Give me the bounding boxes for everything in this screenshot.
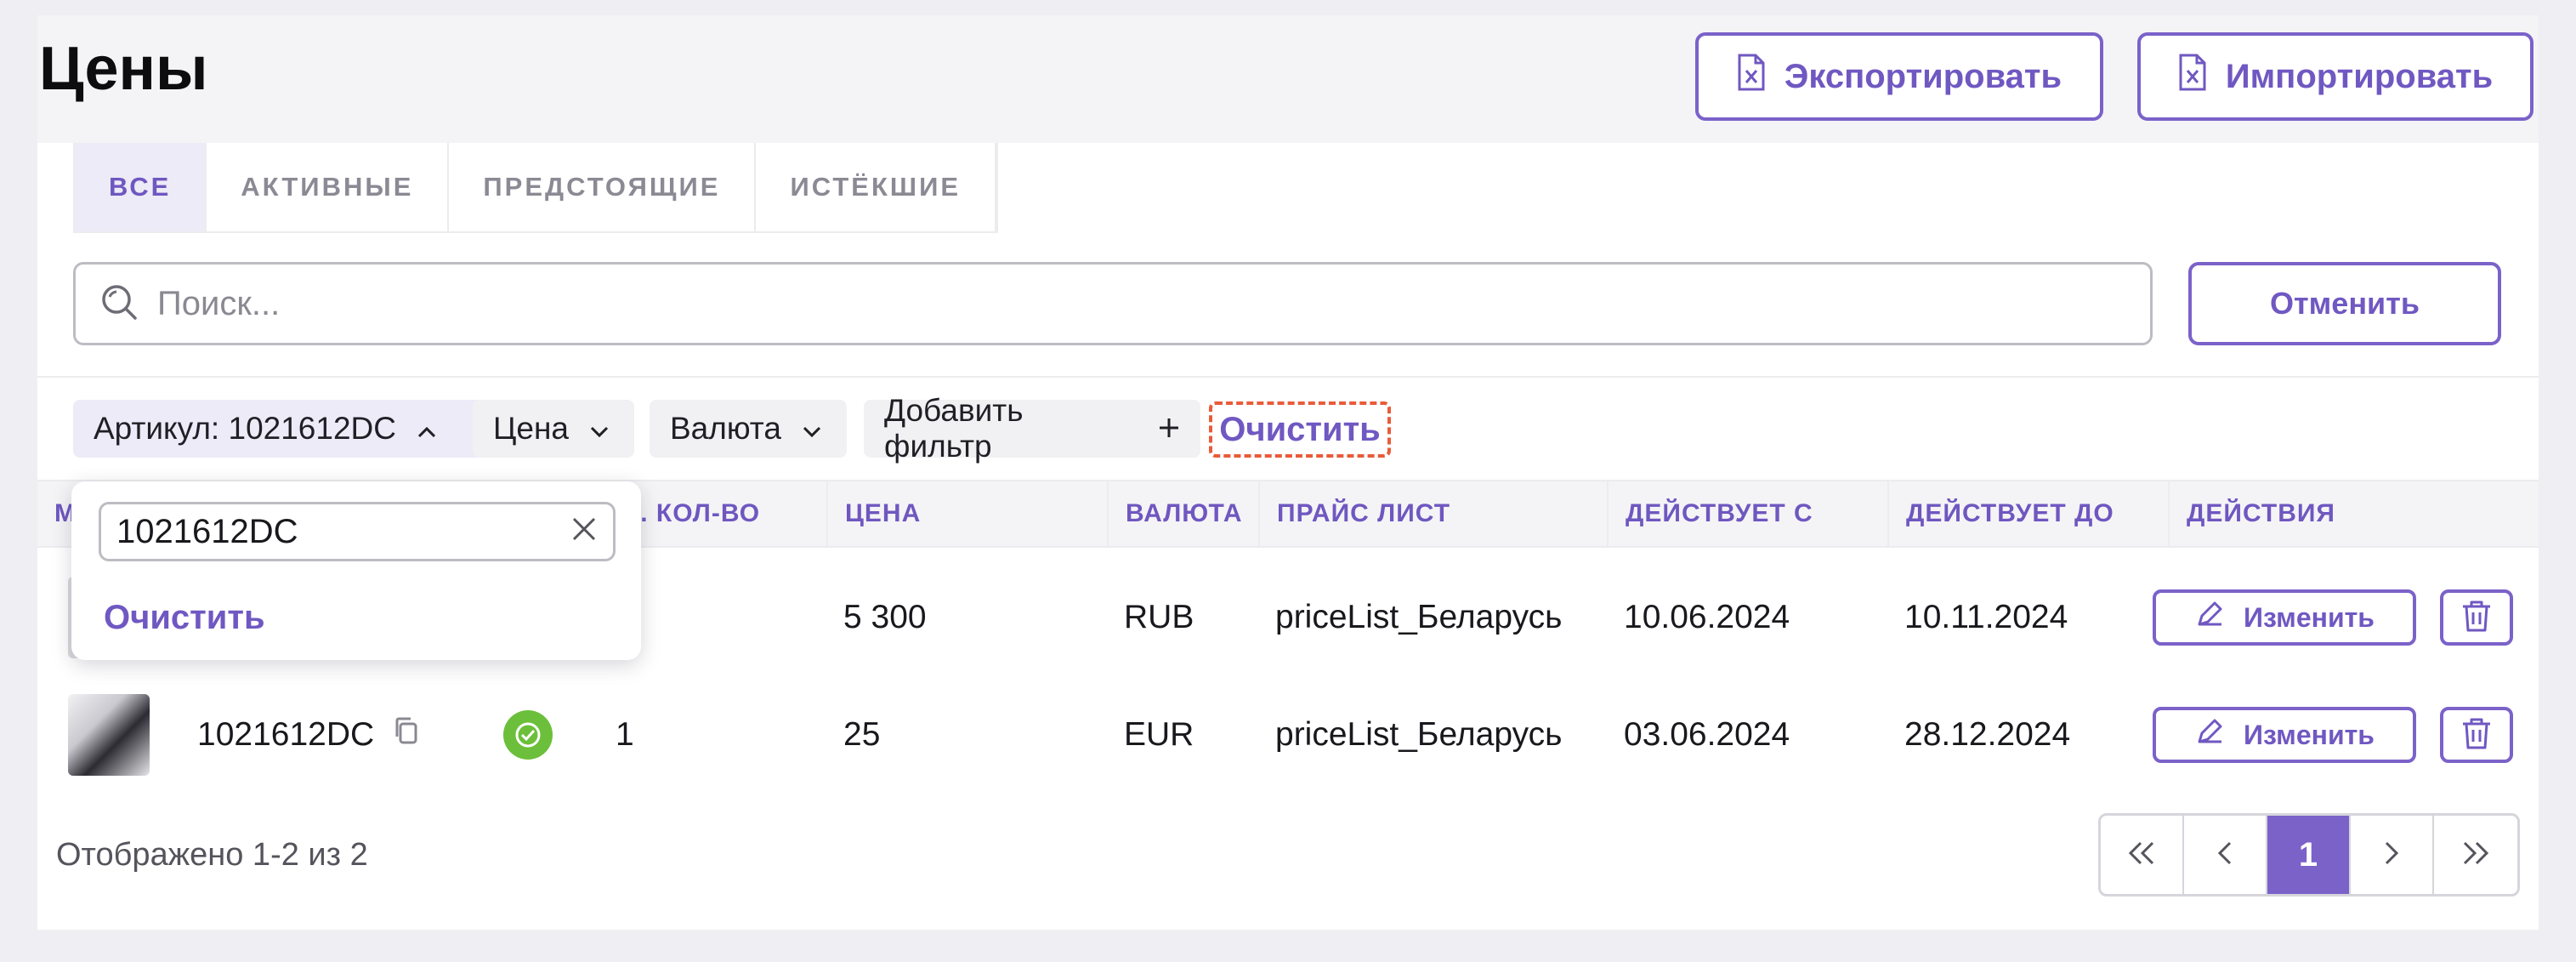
pagination-summary: Отображено 1-2 из 2	[56, 837, 368, 873]
filter-chip-currency[interactable]: Валюта	[650, 400, 847, 458]
pagination: 1	[2098, 813, 2520, 897]
article-filter-input[interactable]: 1021612DC	[99, 502, 616, 561]
price-cell: 5 300	[843, 599, 927, 635]
popover-clear-link[interactable]: Очистить	[104, 599, 265, 637]
search-icon	[99, 282, 139, 326]
tab-expired[interactable]: ИСТЁКШИЕ	[756, 143, 997, 231]
tab-label: ИСТЁКШИЕ	[790, 172, 962, 202]
price-list-cell: priceList_Беларусь	[1275, 716, 1563, 753]
filter-chip-label: Добавить фильтр	[884, 393, 1024, 464]
price-list-cell: priceList_Беларусь	[1275, 599, 1563, 635]
product-thumbnail	[68, 694, 150, 776]
delete-button[interactable]	[2440, 589, 2513, 646]
double-chevron-left-icon	[2127, 836, 2156, 874]
plus-icon	[1158, 411, 1180, 447]
filter-chip-label: Валюта	[670, 411, 781, 446]
last-page-button[interactable]	[2434, 816, 2517, 894]
tab-active[interactable]: АКТИВНЫЕ	[207, 143, 450, 231]
filter-chip-label: Артикул: 1021612DC	[94, 411, 396, 446]
page-title: Цены	[39, 35, 208, 103]
column-header-price: ЦЕНА	[826, 481, 1107, 546]
valid-to-cell: 28.12.2024	[1904, 716, 2071, 753]
divider	[37, 376, 2539, 378]
search-placeholder: Поиск...	[157, 284, 281, 322]
delete-button[interactable]	[2440, 707, 2513, 763]
filter-chip-price[interactable]: Цена	[473, 400, 634, 458]
first-page-button[interactable]	[2101, 816, 2184, 894]
filter-chip-article[interactable]: Артикул: 1021612DC	[73, 400, 505, 458]
export-label: Экспортировать	[1784, 57, 2063, 95]
edit-button[interactable]: Изменить	[2153, 589, 2416, 646]
status-tabs: ВСЕ АКТИВНЫЕ ПРЕДСТОЯЩИЕ ИСТЁКШИЕ	[73, 143, 999, 233]
currency-cell: RUB	[1124, 599, 1194, 635]
column-header-actions: ДЕЙСТВИЯ	[2168, 481, 2539, 546]
article-value: 1021612DC	[197, 716, 375, 753]
edit-label: Изменить	[2244, 601, 2375, 633]
currency-cell: EUR	[1124, 716, 1194, 753]
import-button[interactable]: Импортировать	[2137, 32, 2533, 121]
export-button[interactable]: Экспортировать	[1695, 32, 2103, 121]
search-input[interactable]: Поиск...	[73, 262, 2153, 345]
article-filter-popover: 1021612DC Очистить	[71, 481, 641, 660]
valid-to-cell: 10.11.2024	[1904, 599, 2068, 635]
clear-filters-link[interactable]: Очистить	[1209, 401, 1391, 458]
edit-button[interactable]: Изменить	[2153, 707, 2416, 763]
import-label: Импортировать	[2225, 57, 2494, 95]
chevron-up-icon	[417, 411, 437, 447]
excel-file-icon	[1737, 54, 1766, 100]
excel-file-icon	[2178, 54, 2207, 100]
tab-label: АКТИВНЫЕ	[241, 172, 414, 202]
price-cell: 25	[843, 716, 881, 753]
add-filter-button[interactable]: Добавить фильтр	[864, 393, 1200, 464]
pencil-icon	[2194, 599, 2225, 636]
chevron-right-icon	[2383, 836, 2400, 874]
close-icon[interactable]	[570, 513, 598, 551]
article-cell: 1021612DC	[197, 694, 420, 776]
trash-icon	[2460, 598, 2494, 638]
valid-from-cell: 03.06.2024	[1624, 716, 1790, 753]
chevron-left-icon	[2216, 836, 2233, 874]
prices-page: Цены Экспортировать Импортировать ВСЕ АК…	[37, 15, 2539, 930]
tab-upcoming[interactable]: ПРЕДСТОЯЩИЕ	[449, 143, 757, 231]
next-page-button[interactable]	[2351, 816, 2434, 894]
double-chevron-right-icon	[2461, 836, 2490, 874]
valid-from-cell: 10.06.2024	[1624, 599, 1790, 635]
trash-icon	[2460, 715, 2494, 755]
pencil-icon	[2194, 716, 2225, 754]
column-header-valid-from: ДЕЙСТВУЕТ С	[1607, 481, 1887, 546]
copy-icon[interactable]	[393, 716, 420, 754]
article-filter-value: 1021612DC	[116, 512, 298, 550]
column-header-currency: ВАЛЮТА	[1107, 481, 1258, 546]
column-header-valid-to: ДЕЙСТВУЕТ ДО	[1887, 481, 2168, 546]
tab-all[interactable]: ВСЕ	[75, 143, 207, 231]
edit-label: Изменить	[2244, 719, 2375, 750]
min-qty-cell: 1	[616, 716, 634, 753]
chevron-down-icon	[589, 411, 610, 447]
column-header-price-list: ПРАЙС ЛИСТ	[1258, 481, 1607, 546]
tab-label: ПРЕДСТОЯЩИЕ	[483, 172, 721, 202]
prev-page-button[interactable]	[2184, 816, 2267, 894]
page-button-1[interactable]: 1	[2267, 816, 2351, 894]
filter-chip-label: Цена	[493, 411, 569, 446]
chevron-down-icon	[802, 411, 822, 447]
cancel-button[interactable]: Отменить	[2188, 262, 2501, 345]
tab-label: ВСЕ	[109, 172, 172, 202]
status-active-icon	[503, 710, 553, 760]
